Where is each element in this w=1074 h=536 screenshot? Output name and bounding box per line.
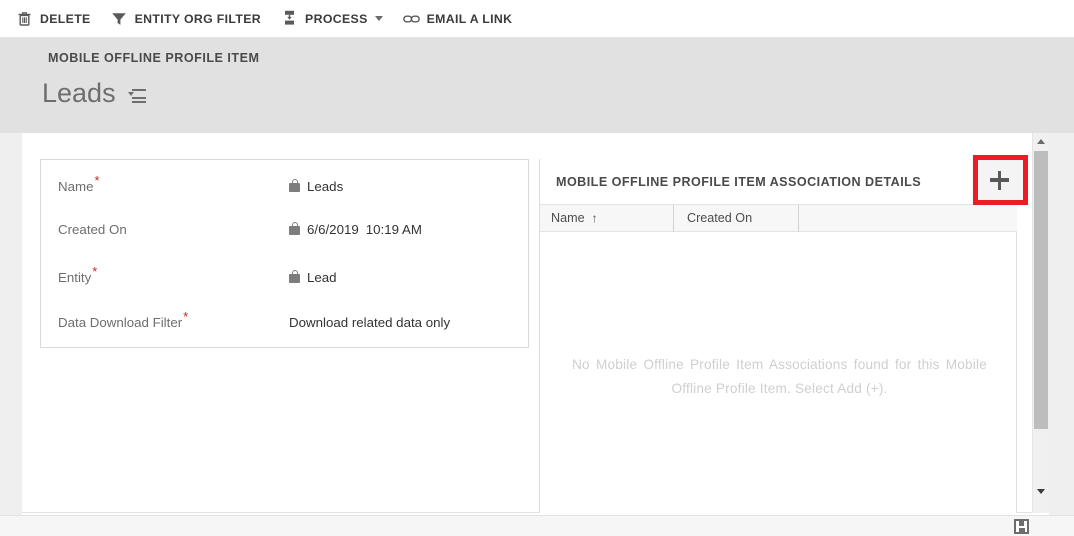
sort-ascending-icon: ↑ (591, 211, 598, 225)
command-bar: DELETE ENTITY ORG FILTER PROCESS EMAIL A… (0, 0, 1074, 38)
entity-org-filter-button[interactable]: ENTITY ORG FILTER (101, 0, 271, 38)
email-a-link-button[interactable]: EMAIL A LINK (393, 0, 523, 38)
empty-state-message: No Mobile Offline Profile Item Associati… (572, 357, 987, 396)
column-header-name-label: Name (551, 211, 585, 225)
page-header: MOBILE OFFLINE PROFILE ITEM Leads (0, 38, 1074, 133)
trash-icon (16, 10, 33, 27)
field-row-entity: Entity* Lead (41, 263, 530, 291)
column-header-name[interactable]: Name ↑ (540, 205, 673, 232)
field-value-entity-text: Lead (307, 269, 337, 285)
field-value-data-download-filter[interactable]: Download related data only (289, 315, 530, 330)
scrollbar-thumb[interactable] (1034, 151, 1048, 429)
status-bar (0, 515, 1074, 536)
email-a-link-label: EMAIL A LINK (426, 11, 513, 26)
field-value-name-text: Leads (307, 178, 344, 194)
field-row-created-on: Created On 6/6/2019 10:19 AM (41, 215, 530, 243)
process-icon (281, 10, 298, 27)
field-value-created-on-date: 6/6/2019 (307, 221, 359, 237)
field-label-name-text: Name (58, 178, 94, 194)
page-title: Leads (42, 78, 116, 108)
required-asterisk: * (94, 173, 100, 189)
record-title-row: Leads (42, 76, 146, 110)
subgrid-header: MOBILE OFFLINE PROFILE ITEM ASSOCIATION … (540, 155, 1027, 205)
field-label-name: Name* (41, 174, 289, 194)
lock-icon (289, 221, 300, 235)
save-floppy-icon (1014, 519, 1029, 534)
field-value-created-on-time: 10:19 AM (365, 221, 422, 237)
left-gutter (0, 133, 22, 515)
field-label-entity-text: Entity (58, 269, 92, 285)
field-value-entity: Lead (289, 269, 530, 285)
field-label-data-download-filter: Data Download Filter* (41, 310, 289, 330)
field-value-created-on: 6/6/2019 10:19 AM (289, 221, 530, 237)
delete-button-label: DELETE (40, 11, 91, 26)
lock-icon (289, 269, 300, 283)
lock-icon (289, 178, 300, 192)
field-value-data-download-filter-text: Download related data only (289, 314, 451, 330)
right-gutter (1049, 133, 1074, 515)
caret-down-icon (1037, 489, 1045, 494)
link-icon (402, 10, 420, 27)
column-header-created-on-label: Created On (687, 211, 753, 225)
filter-icon (111, 10, 128, 27)
header-right-filler (1032, 38, 1074, 133)
grid-body: No Mobile Offline Profile Item Associati… (540, 232, 1017, 513)
plus-icon (990, 170, 1009, 190)
chevron-down-list-icon[interactable] (127, 88, 146, 104)
process-button-label: PROCESS (305, 11, 368, 26)
field-value-name: Leads (289, 178, 530, 194)
scroll-down-button[interactable] (1033, 483, 1049, 500)
column-header-blank[interactable] (798, 204, 1017, 232)
chevron-down-icon[interactable] (374, 16, 383, 21)
subgrid-title: MOBILE OFFLINE PROFILE ITEM ASSOCIATION … (556, 174, 922, 189)
column-header-created-on[interactable]: Created On (673, 204, 798, 232)
field-row-name: Name* Leads (41, 172, 530, 200)
grid-column-headers: Name ↑ Created On (540, 204, 1017, 232)
field-label-created-on: Created On (41, 222, 289, 237)
field-label-data-download-filter-text: Data Download Filter (58, 314, 183, 330)
scroll-up-button[interactable] (1033, 133, 1049, 150)
required-asterisk: * (183, 309, 189, 325)
vertical-scrollbar[interactable] (1032, 133, 1049, 513)
general-form-section: Name* Leads Created On 6/6/2019 10:19 AM… (40, 159, 529, 348)
field-row-data-download-filter: Data Download Filter* Download related d… (41, 308, 530, 336)
breadcrumb: MOBILE OFFLINE PROFILE ITEM (48, 51, 260, 65)
add-button[interactable] (972, 155, 1027, 205)
required-asterisk: * (92, 264, 98, 280)
field-label-entity: Entity* (41, 265, 289, 285)
field-label-created-on-text: Created On (58, 221, 127, 237)
entity-org-filter-label: ENTITY ORG FILTER (134, 11, 262, 26)
process-button[interactable]: PROCESS (271, 0, 393, 38)
save-button[interactable] (1014, 519, 1032, 535)
association-details-subgrid: MOBILE OFFLINE PROFILE ITEM ASSOCIATION … (540, 155, 1027, 513)
caret-up-icon (1037, 139, 1045, 144)
delete-button[interactable]: DELETE (6, 0, 101, 38)
